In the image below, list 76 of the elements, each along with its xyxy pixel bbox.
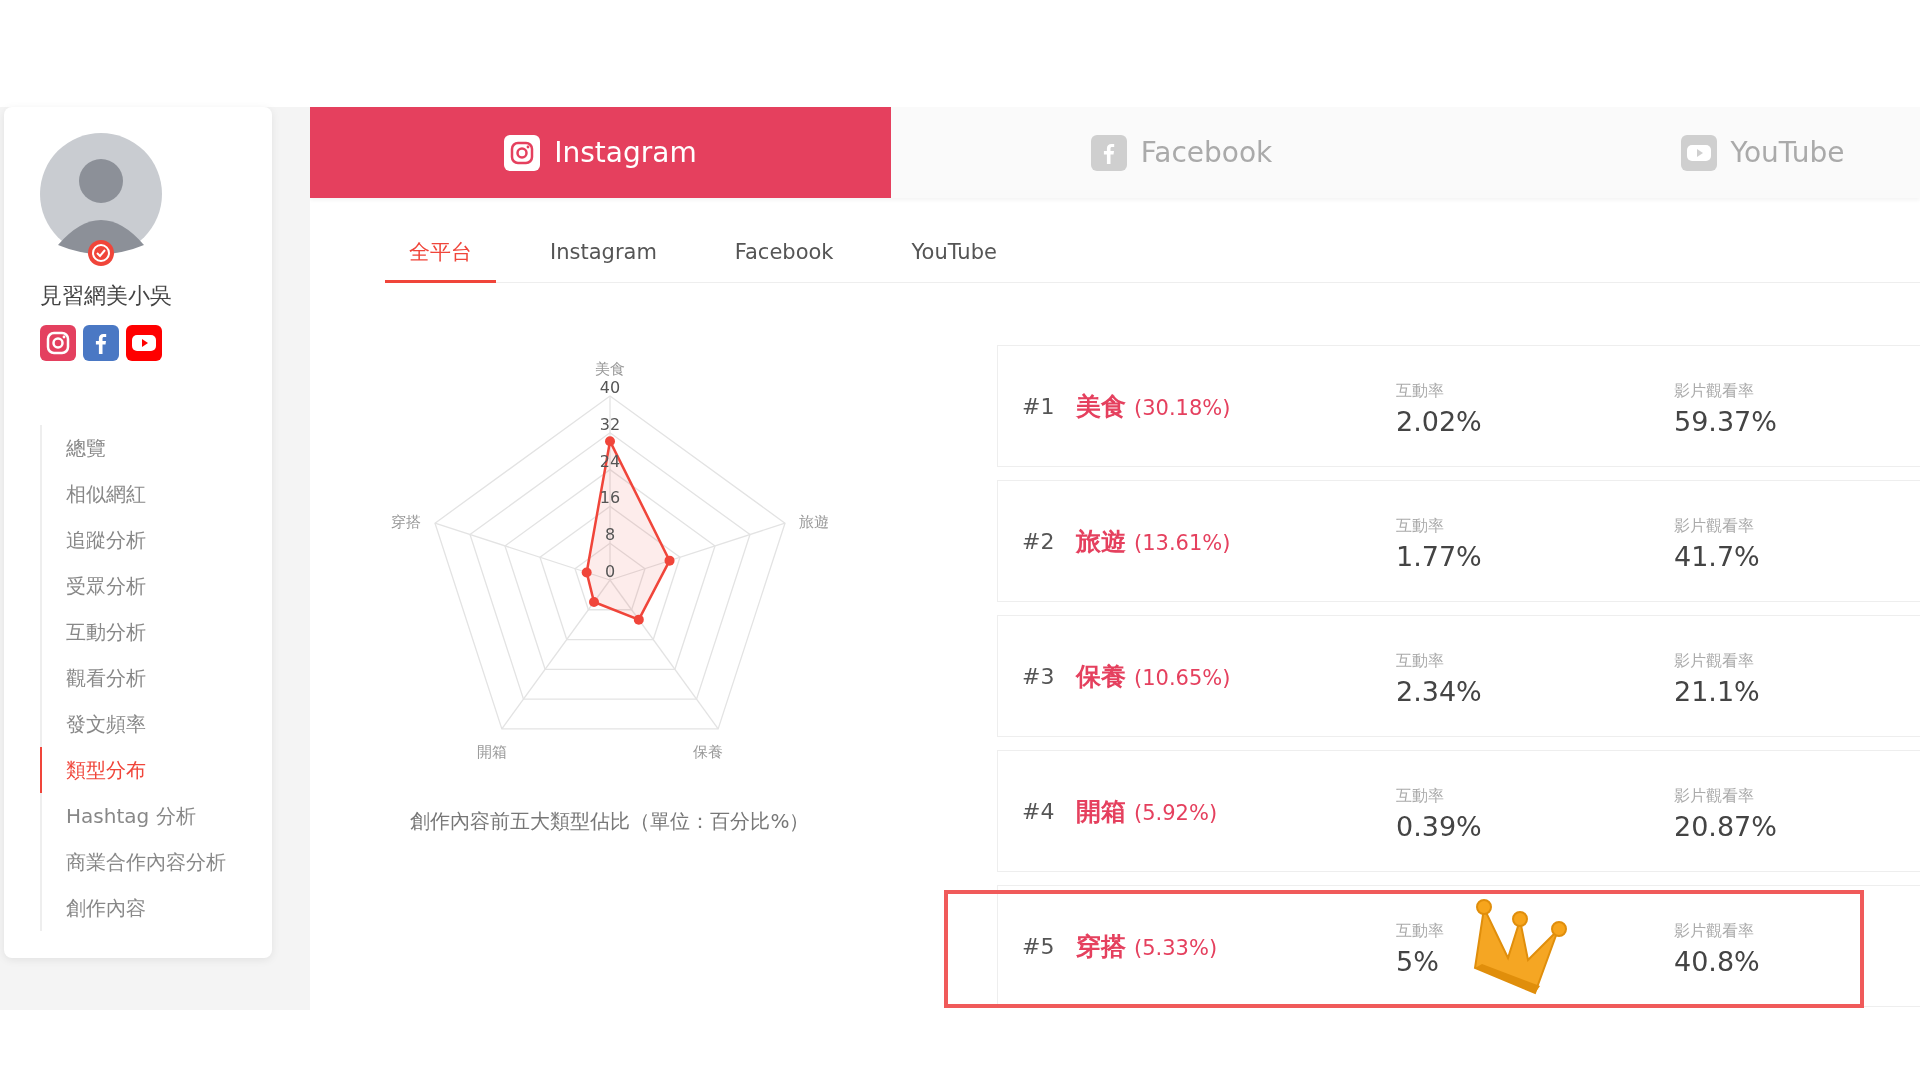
rank-number: #5 xyxy=(1022,933,1056,959)
metric-value: 20.87% xyxy=(1674,811,1778,842)
axis-label: 穿搭 xyxy=(391,513,421,532)
tick-label: 40 xyxy=(599,378,621,397)
data-point xyxy=(633,614,644,625)
rank-number: #2 xyxy=(1022,528,1056,554)
filter-tab[interactable]: 全平台 xyxy=(385,228,496,283)
metric-value: 41.7% xyxy=(1674,541,1761,572)
metric-label: 影片觀看率 xyxy=(1674,516,1755,537)
sidebar-item[interactable]: 總覽 xyxy=(40,425,272,471)
filter-tab[interactable]: Facebook xyxy=(710,228,858,283)
metric-label: 互動率 xyxy=(1396,381,1445,402)
instagram-icon[interactable] xyxy=(40,325,76,361)
tick-label: 32 xyxy=(599,414,621,434)
metric-label: 互動率 xyxy=(1396,516,1445,537)
data-point xyxy=(664,555,675,566)
sidebar-item[interactable]: 觀看分析 xyxy=(40,655,272,701)
category-name: 開箱 xyxy=(1076,795,1126,828)
metric-value: 21.1% xyxy=(1674,676,1761,707)
platform-tab[interactable]: Facebook xyxy=(891,107,1472,198)
profile-name: 見習網美小吳 xyxy=(40,282,173,310)
metric-value: 5% xyxy=(1396,946,1440,977)
metric-label: 影片觀看率 xyxy=(1674,651,1755,672)
data-point xyxy=(589,597,599,608)
category-name: 保養 xyxy=(1076,660,1126,693)
platform-tab[interactable]: YouTube xyxy=(1472,107,1920,198)
category-name: 美食 xyxy=(1076,390,1126,423)
data-point xyxy=(581,567,592,578)
sidebar-item[interactable]: 互動分析 xyxy=(40,609,272,655)
sidebar-item[interactable]: 創作內容 xyxy=(40,885,272,931)
sidebar-item[interactable]: 追蹤分析 xyxy=(40,517,272,563)
sidebar-item[interactable]: 發文頻率 xyxy=(40,701,272,747)
rank-number: #1 xyxy=(1022,393,1056,419)
instagram-icon xyxy=(504,134,541,171)
category-share: (30.18%) xyxy=(1134,395,1231,420)
metric-label: 互動率 xyxy=(1396,921,1445,942)
metric-value: 2.02% xyxy=(1396,406,1483,437)
tick-label: 8 xyxy=(604,525,616,545)
filter-tab[interactable]: Instagram xyxy=(526,228,681,283)
metric-value: 40.8% xyxy=(1674,946,1761,977)
chart-caption: 創作內容前五大類型佔比（單位：百分比%） xyxy=(410,808,810,835)
youtube-icon[interactable] xyxy=(126,325,162,361)
axis-label: 美食 xyxy=(595,360,625,378)
metric-label: 互動率 xyxy=(1396,651,1445,672)
category-name: 旅遊 xyxy=(1076,525,1126,558)
platform-tab[interactable]: Instagram xyxy=(310,107,891,198)
metric-value: 0.39% xyxy=(1396,811,1483,842)
sidebar-item[interactable]: Hashtag 分析 xyxy=(40,793,272,839)
category-share: (5.33%) xyxy=(1134,935,1218,960)
metric-value: 59.37% xyxy=(1674,406,1778,437)
metric-label: 影片觀看率 xyxy=(1674,921,1755,942)
facebook-icon[interactable] xyxy=(83,325,119,361)
axis-label: 旅遊 xyxy=(799,513,829,532)
facebook-icon xyxy=(1090,134,1127,171)
tick-label: 0 xyxy=(604,562,616,581)
data-point xyxy=(605,436,615,447)
metric-label: 互動率 xyxy=(1396,786,1445,807)
category-share: (13.61%) xyxy=(1134,530,1231,555)
category-share: (5.92%) xyxy=(1134,800,1218,825)
category-name: 穿搭 xyxy=(1076,930,1126,963)
sidebar-item[interactable]: 相似網紅 xyxy=(40,471,272,517)
sidebar-item[interactable]: 受眾分析 xyxy=(40,563,272,609)
axis-label: 開箱 xyxy=(476,742,507,761)
sidebar-item[interactable]: 類型分布 xyxy=(40,747,272,793)
filter-tab[interactable]: YouTube xyxy=(887,228,1021,283)
category-share: (10.65%) xyxy=(1134,665,1231,690)
metric-label: 影片觀看率 xyxy=(1674,381,1755,402)
metric-label: 影片觀看率 xyxy=(1674,786,1755,807)
metric-value: 2.34% xyxy=(1396,676,1483,707)
sidebar-item[interactable]: 商業合作內容分析 xyxy=(40,839,272,885)
rank-number: #4 xyxy=(1022,798,1056,824)
youtube-icon xyxy=(1680,134,1717,171)
rank-number: #3 xyxy=(1022,663,1056,689)
tick-label: 16 xyxy=(599,488,621,508)
metric-value: 1.77% xyxy=(1396,541,1483,572)
axis-label: 保養 xyxy=(693,742,724,761)
